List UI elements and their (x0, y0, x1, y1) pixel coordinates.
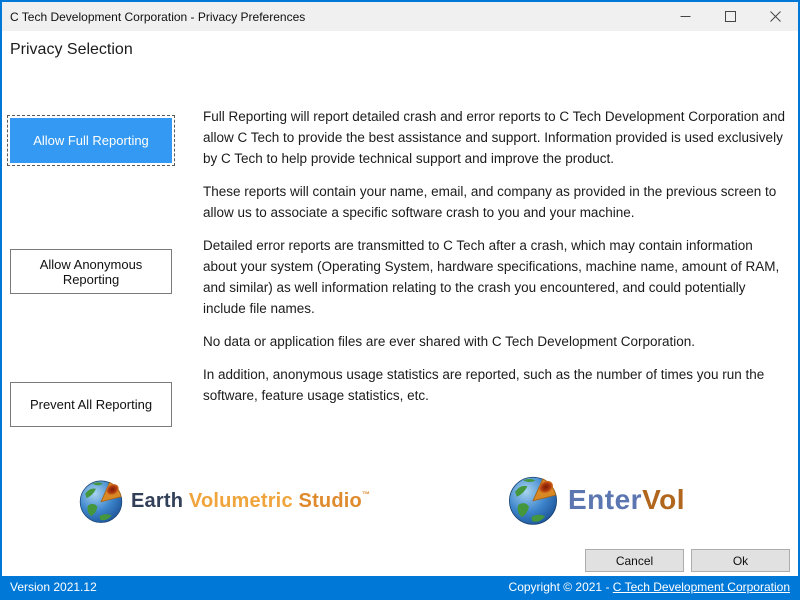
globe-icon (507, 474, 559, 526)
privacy-preferences-dialog: C Tech Development Corporation - Privacy… (0, 0, 800, 600)
close-icon (770, 11, 781, 22)
paragraph-reports-contents: These reports will contain your name, em… (203, 181, 789, 223)
paragraph-detailed-error-reports: Detailed error reports are transmitted t… (203, 235, 789, 319)
entervol-logo: EnterVol (507, 474, 685, 526)
earth-volumetric-studio-wordmark: Earth Volumetric Studio™ (131, 490, 370, 513)
paragraph-no-data-shared: No data or application files are ever sh… (203, 331, 789, 352)
version-label: Version 2021.12 (10, 580, 97, 594)
allow-full-reporting-button[interactable]: Allow Full Reporting (10, 118, 172, 163)
copyright-link[interactable]: C Tech Development Corporation (613, 580, 790, 594)
entervol-wordmark: EnterVol (568, 484, 685, 516)
minimize-button[interactable] (663, 2, 708, 31)
description-text: Full Reporting will report detailed cras… (203, 106, 789, 418)
copyright: Copyright © 2021 - C Tech Development Co… (509, 580, 790, 594)
cancel-button[interactable]: Cancel (585, 549, 684, 572)
copyright-prefix: Copyright © 2021 - (509, 580, 613, 594)
window-controls (663, 2, 798, 31)
paragraph-full-reporting: Full Reporting will report detailed cras… (203, 106, 789, 169)
ok-button[interactable]: Ok (691, 549, 790, 572)
maximize-button[interactable] (708, 2, 753, 31)
titlebar[interactable]: C Tech Development Corporation - Privacy… (2, 2, 798, 31)
status-bar: Version 2021.12 Copyright © 2021 - C Tec… (2, 576, 798, 598)
maximize-icon (725, 11, 736, 22)
window-title: C Tech Development Corporation - Privacy… (2, 10, 305, 24)
allow-anonymous-reporting-button[interactable]: Allow Anonymous Reporting (10, 249, 172, 294)
minimize-icon (680, 11, 691, 22)
prevent-all-reporting-button[interactable]: Prevent All Reporting (10, 382, 172, 427)
paragraph-anonymous-statistics: In addition, anonymous usage statistics … (203, 364, 789, 406)
page-title: Privacy Selection (10, 41, 133, 59)
close-button[interactable] (753, 2, 798, 31)
earth-volumetric-studio-logo: Earth Volumetric Studio™ (78, 478, 370, 524)
globe-icon (78, 478, 124, 524)
